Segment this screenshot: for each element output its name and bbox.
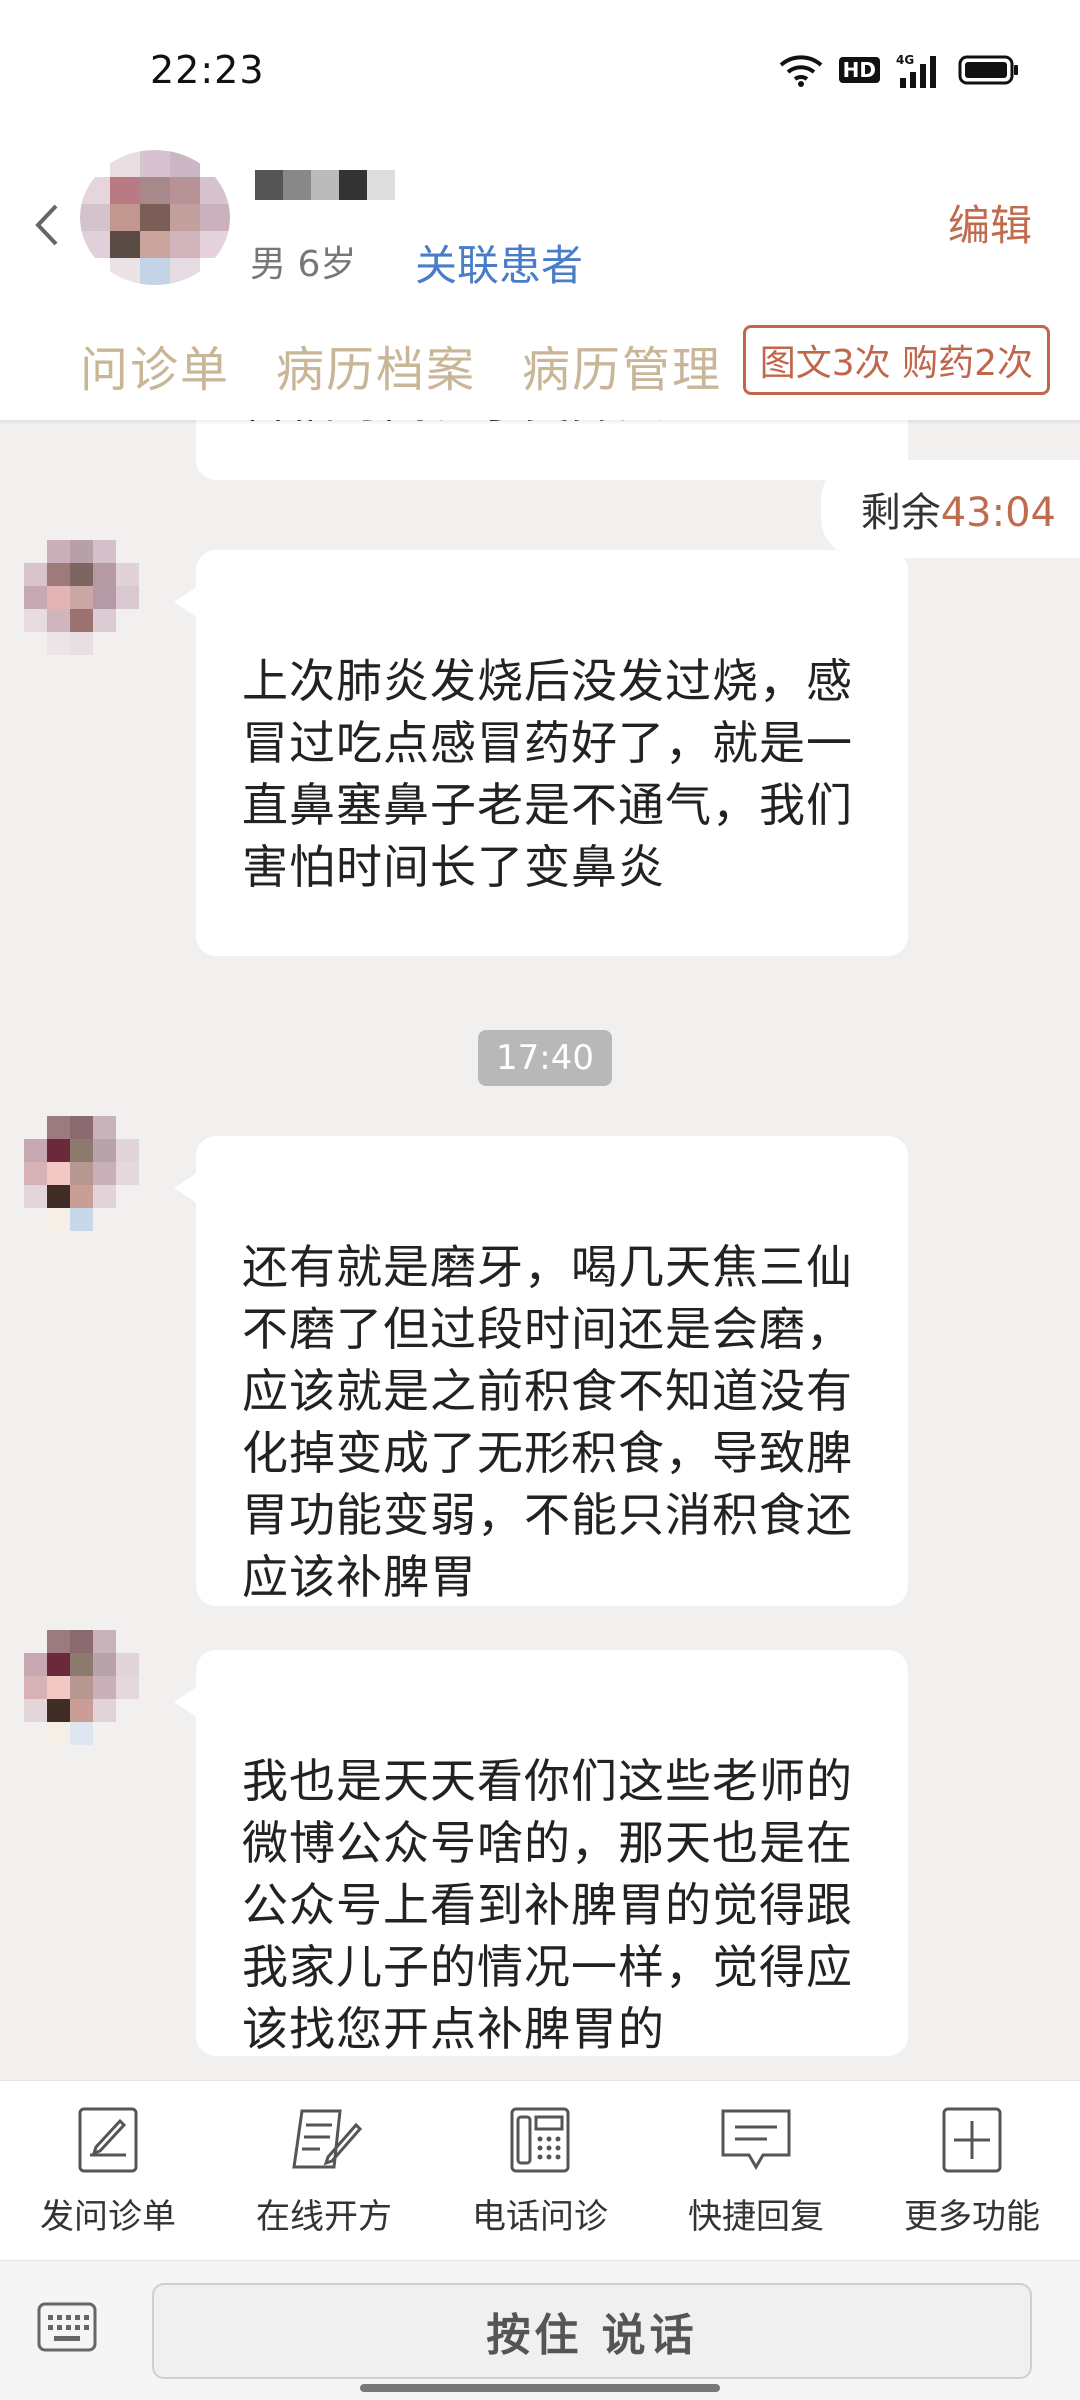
plus-box-icon xyxy=(942,2107,1002,2173)
link-patient-button[interactable]: 关联患者 xyxy=(415,232,583,293)
back-arrow-icon[interactable] xyxy=(32,200,62,254)
message-text: 害怕时间长了变鼻炎 xyxy=(242,420,665,432)
quota-badge[interactable]: 图文3次 购药2次 xyxy=(742,325,1050,395)
patient-gender-age: 男 6岁 xyxy=(250,244,357,285)
home-indicator[interactable] xyxy=(360,2384,720,2392)
patient-avatar[interactable] xyxy=(80,150,230,285)
chat-bubble-icon xyxy=(721,2109,791,2170)
remaining-time-indicator: 剩余43:04 xyxy=(820,460,1080,558)
tab-consultation-form[interactable]: 问诊单 xyxy=(80,330,230,400)
tool-label: 更多功能 xyxy=(904,2197,1040,2237)
edit-button[interactable]: 编辑 xyxy=(948,192,1032,253)
prescription-icon xyxy=(292,2109,363,2169)
message-bubble[interactable]: 上次肺炎发烧后没发过烧，感冒过吃点感冒药好了，就是一直鼻塞鼻子老是不通气，我们害… xyxy=(174,550,908,956)
sender-avatar[interactable] xyxy=(24,540,140,656)
hold-to-talk-button[interactable]: 按住 说话 xyxy=(152,2283,1032,2379)
header-tabs: 问诊单 病历档案 病历管理 xyxy=(80,330,722,400)
quick-reply-button[interactable]: 快捷回复 xyxy=(656,2105,856,2238)
more-functions-button[interactable]: 更多功能 xyxy=(872,2105,1072,2238)
keyboard-icon[interactable] xyxy=(36,2301,98,2357)
message-bubble[interactable]: 还有就是磨牙，喝几天焦三仙不磨了但过段时间还是会磨，应该就是之前积食不知道没有化… xyxy=(174,1136,908,1606)
chat-header: 男 6岁 关联患者 编辑 问诊单 病历档案 病历管理 图文3次 购药2次 xyxy=(0,140,1080,420)
message-text: 还有就是磨牙，喝几天焦三仙不磨了但过段时间还是会磨，应该就是之前积食不知道没有化… xyxy=(242,1240,853,1604)
status-icons: HD 4G xyxy=(779,52,1020,88)
tab-medical-records[interactable]: 病历档案 xyxy=(276,330,476,400)
hd-icon: HD xyxy=(838,57,880,83)
phone-icon xyxy=(510,2107,570,2173)
status-bar: 22:23 HD 4G xyxy=(0,0,1080,140)
phone-consultation-button[interactable]: 电话问诊 xyxy=(440,2105,640,2238)
wifi-icon xyxy=(779,53,823,87)
status-time: 22:23 xyxy=(150,48,265,92)
signal-icon: 4G xyxy=(896,52,942,88)
send-consultation-form-button[interactable]: 发问诊单 xyxy=(8,2105,208,2238)
online-prescription-button[interactable]: 在线开方 xyxy=(224,2105,424,2238)
network-type-label: 4G xyxy=(896,53,914,67)
input-bar: 按住 说话 xyxy=(0,2260,1080,2400)
time-divider: 17:40 xyxy=(478,1030,612,1086)
message-bubble[interactable]: 我也是天天看你们这些老师的微博公众号啥的，那天也是在公众号上看到补脾胃的觉得跟我… xyxy=(174,1650,908,2056)
tool-label: 电话问诊 xyxy=(472,2197,608,2237)
remaining-label: 剩余 xyxy=(860,490,941,536)
message-text: 我也是天天看你们这些老师的微博公众号啥的，那天也是在公众号上看到补脾胃的觉得跟我… xyxy=(242,1754,853,2056)
tool-label: 快捷回复 xyxy=(688,2197,824,2237)
sender-avatar[interactable] xyxy=(24,1116,140,1232)
tab-records-management[interactable]: 病历管理 xyxy=(522,330,722,400)
chat-messages[interactable]: 害怕时间长了变鼻炎 剩余43:04 上次肺炎发烧后没发过烧，感冒过吃点感冒药好了… xyxy=(0,420,1080,2080)
message-text: 上次肺炎发烧后没发过烧，感冒过吃点感冒药好了，就是一直鼻塞鼻子老是不通气，我们害… xyxy=(242,654,853,894)
battery-icon xyxy=(958,55,1020,85)
remaining-countdown: 43:04 xyxy=(940,490,1056,536)
tool-label: 在线开方 xyxy=(256,2197,392,2237)
form-edit-icon xyxy=(78,2107,138,2173)
patient-name-masked xyxy=(255,170,395,200)
tool-label: 发问诊单 xyxy=(40,2197,176,2237)
message-bubble-partial: 害怕时间长了变鼻炎 xyxy=(196,420,908,480)
sender-avatar[interactable] xyxy=(24,1630,140,1746)
bottom-toolbar: 发问诊单 在线开方 电话问诊 快捷回复 更多功能 xyxy=(0,2080,1080,2260)
